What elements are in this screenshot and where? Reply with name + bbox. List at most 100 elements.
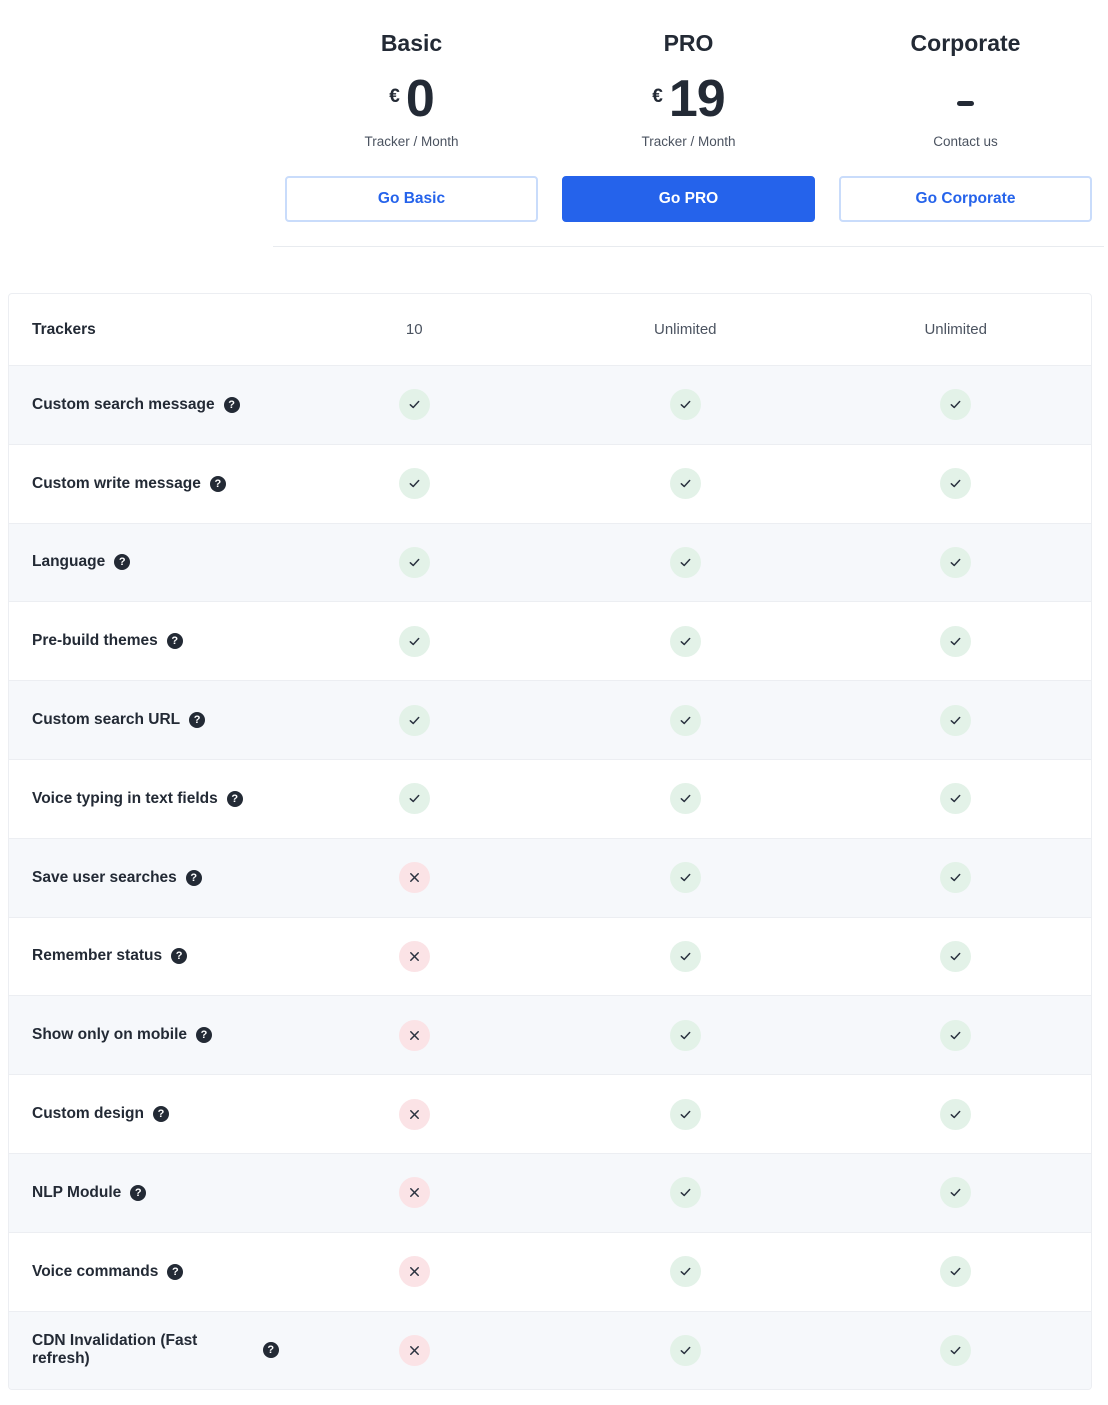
price-period: Tracker / Month	[364, 134, 459, 149]
check-icon	[669, 1098, 701, 1130]
table-row: CDN Invalidation (Fast refresh)?	[9, 1310, 1091, 1390]
feature-label: CDN Invalidation (Fast refresh)?	[9, 1332, 279, 1368]
feature-name: Pre-build themes	[32, 632, 158, 650]
feature-label: Custom design?	[9, 1105, 279, 1123]
check-icon	[669, 1177, 701, 1209]
corporate-feature-cell	[821, 783, 1091, 815]
plan-name: Basic	[380, 30, 443, 56]
basic-feature-cell	[279, 468, 550, 500]
corporate-feature-cell	[821, 704, 1091, 736]
help-icon[interactable]: ?	[171, 948, 188, 965]
go-basic-button[interactable]: Go Basic	[285, 176, 538, 222]
basic-feature-cell	[279, 862, 550, 894]
help-icon[interactable]: ?	[185, 869, 202, 886]
plan-name: Corporate	[910, 30, 1021, 56]
help-icon[interactable]: ?	[130, 1184, 147, 1201]
plans-header: Basic € 0 Tracker / Month Go Basic PRO €…	[273, 0, 1104, 247]
help-icon[interactable]: ?	[196, 1027, 212, 1044]
feature-label: Voice typing in text fields?	[9, 790, 279, 808]
help-icon[interactable]: ?	[167, 1263, 184, 1280]
table-row: Voice commands?	[9, 1231, 1091, 1311]
go-pro-button[interactable]: Go PRO	[562, 176, 815, 222]
check-icon	[940, 783, 972, 815]
feature-name: Language	[32, 553, 106, 571]
plan-name: PRO	[663, 30, 714, 56]
corporate-feature-cell	[821, 1177, 1091, 1209]
check-icon	[669, 1019, 701, 1051]
feature-name: Custom search URL	[32, 711, 181, 729]
feature-label: Language?	[9, 553, 279, 571]
help-icon[interactable]: ?	[209, 475, 226, 492]
cross-icon	[398, 1177, 430, 1209]
feature-name: Custom search message	[32, 395, 215, 413]
cross-icon	[398, 1098, 430, 1130]
feature-label: Save user searches?	[9, 869, 279, 887]
pro-feature-cell	[550, 783, 820, 815]
table-row: Custom write message?	[9, 443, 1091, 523]
table-row-trackers: Trackers 10 Unlimited Unlimited	[9, 294, 1091, 365]
check-icon	[669, 625, 701, 657]
check-icon	[669, 468, 701, 500]
contact-text: Contact us	[933, 134, 998, 149]
pro-feature-cell	[550, 468, 820, 500]
corporate-feature-cell	[821, 1334, 1091, 1366]
table-row: Pre-build themes?	[9, 601, 1091, 680]
check-icon	[669, 1256, 701, 1288]
help-icon[interactable]: ?	[114, 554, 131, 571]
basic-feature-cell	[279, 704, 550, 736]
currency-symbol: €	[389, 86, 400, 107]
help-icon[interactable]: ?	[166, 633, 183, 650]
basic-feature-cell	[279, 1177, 550, 1209]
feature-label: Show only on mobile?	[9, 1026, 279, 1044]
check-icon	[940, 1256, 972, 1288]
basic-feature-cell	[279, 1098, 550, 1130]
help-icon[interactable]: ?	[189, 712, 206, 729]
pro-feature-cell	[550, 1256, 820, 1288]
check-icon	[669, 783, 701, 815]
feature-label: Custom search URL?	[9, 711, 279, 729]
table-row: Language?	[9, 522, 1091, 602]
table-row: NLP Module?	[9, 1152, 1091, 1232]
feature-name: Voice commands	[32, 1262, 159, 1280]
price: € 0	[273, 70, 550, 128]
basic-feature-cell	[279, 1019, 550, 1051]
check-icon	[940, 1098, 972, 1130]
check-icon	[940, 546, 972, 578]
price: € 19	[550, 70, 827, 128]
corporate-feature-cell	[821, 389, 1091, 421]
cross-icon	[398, 862, 430, 894]
feature-name: CDN Invalidation (Fast refresh)	[32, 1332, 198, 1368]
go-corporate-button[interactable]: Go Corporate	[839, 176, 1092, 222]
help-icon[interactable]: ?	[223, 396, 240, 413]
help-icon[interactable]: ?	[262, 1342, 279, 1359]
pro-feature-cell	[550, 704, 820, 736]
pro-feature-cell	[550, 546, 820, 578]
check-icon	[940, 389, 972, 421]
pro-feature-cell	[550, 1098, 820, 1130]
table-row: Remember status?	[9, 916, 1091, 996]
basic-feature-cell	[279, 625, 550, 657]
basic-feature-cell	[279, 783, 550, 815]
check-icon	[669, 546, 701, 578]
feature-name: Save user searches	[32, 868, 177, 886]
check-icon	[940, 1019, 972, 1051]
corporate-feature-cell	[821, 1256, 1091, 1288]
help-icon[interactable]: ?	[152, 1106, 169, 1123]
table-row: Voice typing in text fields?	[9, 758, 1091, 838]
feature-name: Voice typing in text fields	[32, 789, 218, 807]
corporate-feature-cell	[821, 1019, 1091, 1051]
feature-name: Show only on mobile	[32, 1026, 187, 1044]
check-icon	[669, 940, 701, 972]
check-icon	[398, 783, 430, 815]
pro-feature-cell	[550, 940, 820, 972]
corporate-feature-cell	[821, 468, 1091, 500]
feature-label: Custom write message?	[9, 475, 279, 493]
currency-symbol: €	[652, 86, 663, 107]
feature-label: Voice commands?	[9, 1263, 279, 1281]
feature-name: Custom write message	[32, 474, 201, 492]
help-icon[interactable]: ?	[226, 790, 243, 807]
price-period: Tracker / Month	[641, 134, 736, 149]
cross-icon	[398, 1256, 430, 1288]
corporate-feature-cell	[821, 625, 1091, 657]
check-icon	[940, 625, 972, 657]
